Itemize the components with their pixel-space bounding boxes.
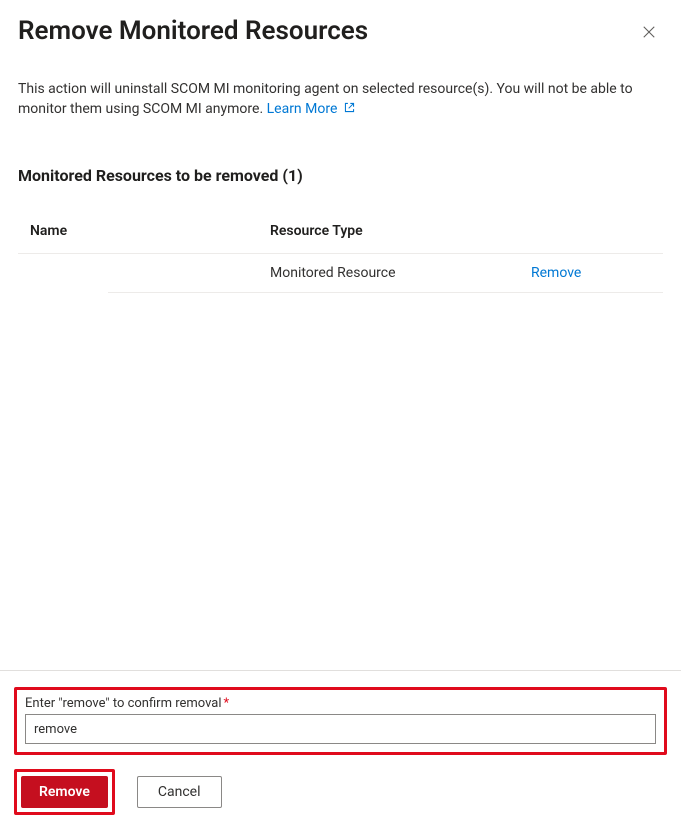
confirm-label-text: Enter "remove" to confirm removal [25, 696, 222, 711]
close-icon [642, 25, 656, 39]
remove-resources-panel: Remove Monitored Resources This action w… [0, 0, 681, 829]
confirm-input[interactable] [25, 714, 656, 744]
panel-header: Remove Monitored Resources [0, 0, 681, 51]
table-body: Monitored Resource Remove [108, 254, 663, 293]
cell-type: Monitored Resource [270, 265, 531, 281]
panel-body: This action will uninstall SCOM MI monit… [0, 51, 681, 293]
column-header-type: Resource Type [270, 223, 531, 239]
table-row: Monitored Resource Remove [108, 254, 663, 292]
learn-more-label: Learn More [267, 101, 338, 117]
required-indicator: * [224, 696, 230, 711]
confirm-section: Enter "remove" to confirm removal* [14, 687, 667, 755]
cancel-button[interactable]: Cancel [137, 776, 222, 808]
description-text: This action will uninstall SCOM MI monit… [18, 79, 663, 120]
table-header-row: Name Resource Type [18, 211, 663, 254]
external-link-icon [343, 101, 356, 114]
row-remove-link[interactable]: Remove [531, 265, 651, 281]
primary-button-highlight: Remove [14, 769, 115, 815]
action-buttons: Remove Cancel [14, 769, 667, 815]
section-title: Monitored Resources to be removed (1) [18, 166, 663, 185]
column-header-name: Name [30, 223, 270, 239]
panel-title: Remove Monitored Resources [18, 16, 368, 47]
resources-table: Name Resource Type Monitored Resource Re… [18, 211, 663, 293]
close-button[interactable] [637, 20, 661, 44]
learn-more-link[interactable]: Learn More [267, 101, 356, 117]
panel-footer: Enter "remove" to confirm removal* Remov… [0, 670, 681, 829]
remove-button[interactable]: Remove [21, 776, 108, 808]
confirm-label: Enter "remove" to confirm removal* [25, 696, 656, 711]
